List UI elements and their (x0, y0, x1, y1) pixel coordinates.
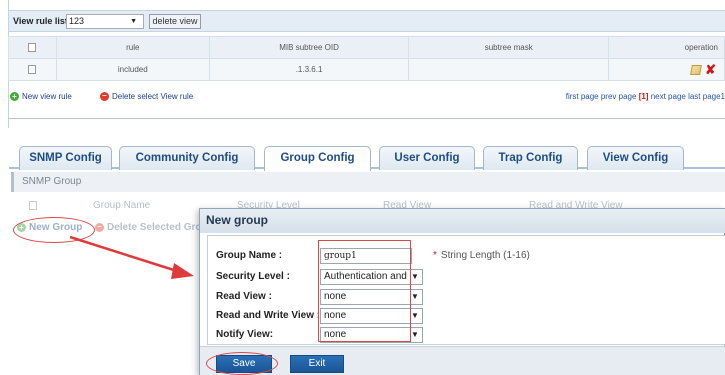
new-view-rule-label: New view rule (22, 92, 72, 101)
tab-community-config[interactable]: Community Config (119, 146, 255, 170)
chevron-down-icon: ▼ (130, 18, 137, 25)
table-row: included .1.3.6.1 ✘ (8, 58, 725, 81)
rule-cell: included (55, 58, 210, 81)
dialog-title: New group (200, 209, 725, 233)
last-page-link[interactable]: last page (688, 92, 720, 101)
row-checkbox-cell[interactable] (8, 58, 57, 81)
plus-icon: + (10, 92, 19, 102)
mask-cell (408, 58, 610, 81)
table-header-row: rule MIB subtree OID subtree mask operat… (8, 36, 725, 59)
view-rule-panel: View rule list 123 ▼ delete view rule MI… (8, 10, 725, 128)
notify-view-label: Notify View: (216, 329, 274, 340)
arrow-shaft (69, 235, 181, 274)
delete-view-rule-label: Delete select View rule (112, 92, 194, 101)
chevron-down-icon: ▼ (410, 309, 420, 323)
delete-view-rule-link[interactable]: – Delete select View rule (100, 92, 194, 102)
top-panel-divider (8, 118, 725, 119)
operation-cell: ✘ (608, 58, 725, 81)
view-rule-table: rule MIB subtree OID subtree mask operat… (8, 36, 725, 81)
tab-snmp-config[interactable]: SNMP Config (19, 146, 112, 170)
select-all-checkbox[interactable] (28, 43, 37, 53)
delete-selected-group-link[interactable]: – Delete Selected Gro (95, 222, 201, 233)
new-view-rule-link[interactable]: + New view rule (10, 92, 72, 102)
column-header-rule: rule (55, 36, 210, 59)
tab-trap-config[interactable]: Trap Config (483, 146, 578, 170)
view-rule-header: View rule list 123 ▼ delete view (8, 10, 725, 32)
security-level-label: Security Level : (216, 271, 290, 282)
group-name-hint-text: String Length (1-16) (440, 250, 530, 261)
first-page-link[interactable]: first page (566, 92, 599, 101)
column-header-mask: subtree mask (408, 36, 610, 59)
chevron-down-icon: ▼ (410, 328, 420, 342)
new-group-dialog: New group Group Name : group1 * String Le… (199, 208, 725, 375)
tab-group-config[interactable]: Group Config (264, 146, 371, 171)
row-checkbox[interactable] (28, 65, 37, 75)
column-header-operation: operation (608, 36, 725, 59)
read-view-label: Read View : (216, 291, 272, 302)
view-rule-title: View rule list (13, 16, 68, 26)
chevron-down-icon: ▼ (410, 290, 420, 304)
arrow-head (171, 263, 194, 279)
column-header-group-name: Group Name (93, 200, 151, 211)
column-header-oid: MIB subtree OID (208, 36, 410, 59)
new-group-highlight (13, 217, 95, 243)
next-page-link[interactable]: next page (651, 92, 686, 101)
edit-icon[interactable] (690, 64, 702, 75)
rw-view-label: Read and Write View : (216, 310, 321, 321)
tab-user-config[interactable]: User Config (379, 146, 475, 170)
group-name-label: Group Name : (216, 250, 283, 261)
required-star: * (433, 250, 437, 261)
page-input[interactable]: 1 (721, 92, 725, 101)
current-page: [1] (638, 92, 649, 101)
view-select[interactable]: 123 ▼ (66, 14, 144, 29)
chevron-down-icon: ▼ (410, 270, 420, 284)
delete-view-button[interactable]: delete view (149, 14, 201, 29)
prev-page-link[interactable]: prev page (601, 92, 637, 101)
select-all-cell[interactable] (8, 36, 57, 59)
group-select-all-checkbox[interactable] (29, 201, 37, 210)
view-rule-footer: + New view rule – Delete select View rule … (8, 92, 725, 106)
minus-icon: – (95, 222, 104, 232)
tab-view-config[interactable]: View Config (587, 146, 684, 170)
config-tab-bar: SNMP Config Community Config Group Confi… (9, 143, 725, 171)
exit-button[interactable]: Exit (290, 355, 344, 373)
minus-icon: – (100, 92, 109, 102)
dialog-footer: Save Exit (200, 346, 725, 375)
delete-selected-group-label: Delete Selected Gro (107, 222, 202, 233)
delete-icon[interactable]: ✘ (705, 62, 716, 78)
oid-cell: .1.3.6.1 (208, 58, 410, 81)
dialog-form: Group Name : group1 * String Length (1-16… (207, 235, 725, 345)
snmp-group-title: SNMP Group (11, 172, 725, 192)
group-name-hint: * String Length (1-16) (433, 250, 530, 261)
save-highlight (206, 352, 278, 375)
view-select-value: 123 (69, 16, 85, 26)
fields-highlight-box (318, 240, 411, 342)
pager: first page prev page [1] next page last … (566, 92, 725, 101)
